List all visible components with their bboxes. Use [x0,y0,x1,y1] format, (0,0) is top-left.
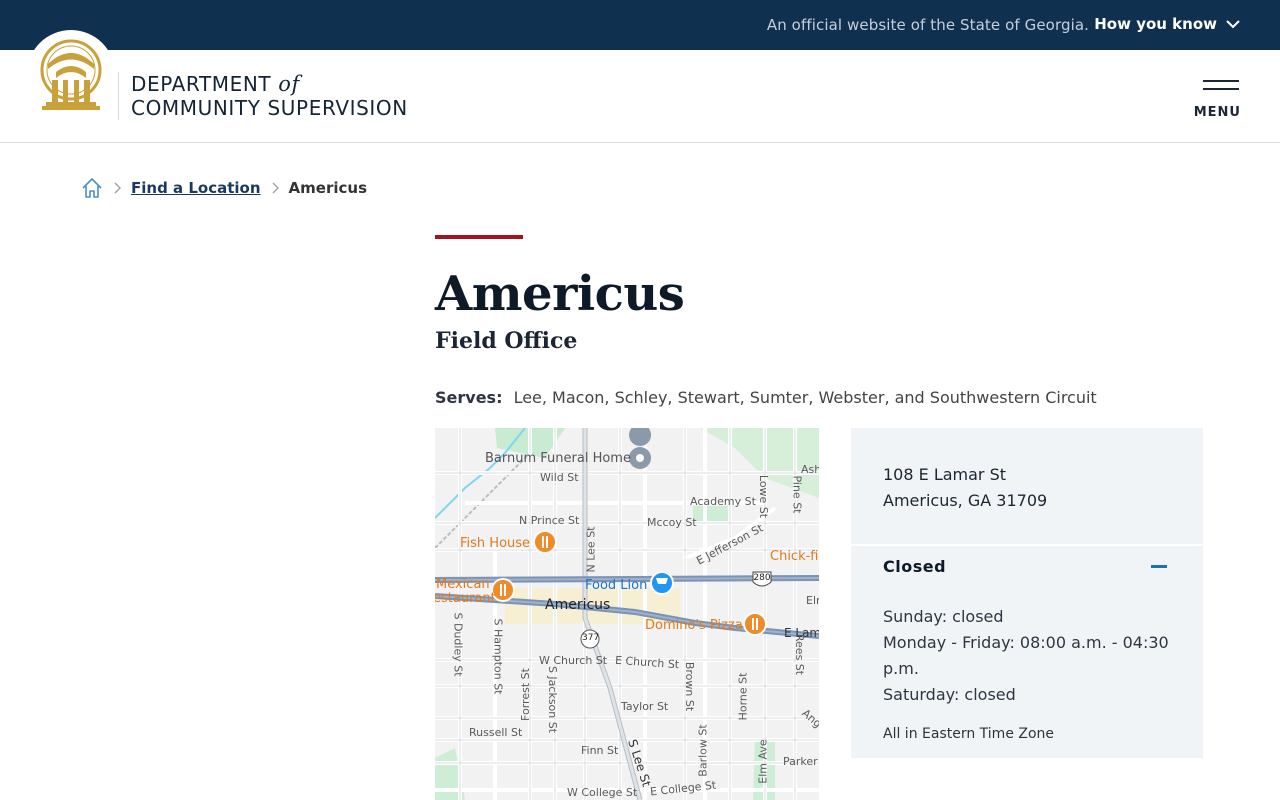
hours-saturday: Saturday: closed [883,685,1016,704]
map-street-rees: Rees St [793,633,807,676]
serves-label: Serves: [435,388,503,407]
map-poi-food-lion[interactable]: Food Lion [585,578,647,593]
breadcrumb: Find a Location Americus [81,177,367,199]
map-street-elm: Elm [806,594,819,607]
map-poi-barnum[interactable]: Barnum Funeral Home [485,451,631,466]
page-title: Americus [435,266,685,322]
brand-of: of [278,72,300,96]
map-shield-377: 377 [582,633,600,643]
map-street-wcollege: W College St [567,786,638,799]
map-city-label: Americus [545,597,611,613]
map-street-lowe: Lowe St [757,474,771,519]
map-poi-fish-house[interactable]: Fish House [460,536,530,551]
map-street-dudley: S Dudley St [451,612,465,677]
map-street-prince: N Prince St [519,514,580,527]
serves-value: Lee, Macon, Schley, Stewart, Sumter, Web… [513,388,1097,407]
map-street-mccoy: Mccoy St [647,516,697,529]
hours-sunday: Sunday: closed [883,607,1004,626]
map-street-academy: Academy St [690,495,756,508]
map-street-brown: Brown St [683,661,697,712]
map-street-pine: Pine St [790,475,804,514]
map-street-forrest: Forrest St [518,668,532,721]
map-poi-mexican-1[interactable]: Mexican [436,577,490,592]
address-line2: Americus, GA 31709 [883,491,1048,510]
location-info-card: 108 E Lamar St Americus, GA 31709 Closed… [851,428,1203,758]
map-street-parker: Parker [783,755,818,768]
map-street-jackson: S Jackson St [546,665,560,734]
brand-line1: DEPARTMENT [131,72,272,96]
seal-logo[interactable] [27,30,115,118]
how-you-know-button[interactable]: How you know [1094,15,1240,33]
gov-banner: An official website of the State of Geor… [0,0,1280,50]
map-poi-mexican-2[interactable]: estaurant [435,591,496,606]
how-you-know-label: How you know [1094,15,1217,33]
brand-line2: COMMUNITY SUPERVISION [131,96,408,120]
menu-button[interactable]: MENU [1193,78,1241,122]
breadcrumb-link-find-location[interactable]: Find a Location [131,179,261,197]
map-street-horne: Horne St [736,672,750,721]
serves-line: Serves: Lee, Macon, Schley, Stewart, Sum… [435,388,1097,407]
card-divider [851,544,1203,546]
menu-label: MENU [1193,105,1241,120]
open-status[interactable]: Closed [883,557,946,576]
breadcrumb-current: Americus [288,179,367,197]
map-street-finn: Finn St [581,744,619,757]
chevron-down-icon [1226,20,1240,29]
hours-collapse-button[interactable] [1147,556,1171,576]
map-street-hampton: S Hampton St [491,618,505,695]
home-icon[interactable] [81,177,103,199]
address: 108 E Lamar St Americus, GA 31709 [883,462,1047,514]
agency-name[interactable]: DEPARTMENT of COMMUNITY SUPERVISION [131,72,408,120]
location-map[interactable]: Barnum Funeral Home Wild St Academy St N… [435,428,819,800]
map-street-ash: Ash [801,463,819,476]
accent-rule [435,235,523,239]
map-street-barlow: Barlow St [696,724,710,777]
menu-icon [1203,80,1239,96]
site-header: DEPARTMENT of COMMUNITY SUPERVISION MENU [0,30,1280,143]
chevron-right-icon [114,182,121,194]
seal-icon [40,39,102,110]
map-poi-dominos[interactable]: Domino's Pizza [645,618,743,633]
page-subtitle: Field Office [435,328,578,354]
address-line1: 108 E Lamar St [883,465,1007,484]
timezone-note: All in Eastern Time Zone [883,726,1055,742]
map-street-nlee: N Lee St [584,526,598,573]
minus-icon [1151,565,1167,568]
map-poi-chick[interactable]: Chick-fil [770,549,819,564]
official-site-text: An official website of the State of Geor… [766,16,1089,34]
hours-list: Sunday: closed Monday - Friday: 08:00 a.… [883,604,1183,708]
brand-divider [118,72,119,120]
map-street-taylor: Taylor St [621,700,669,713]
map-street-wild: Wild St [540,471,579,484]
map-street-elm-ave: Elm Ave [756,739,770,784]
map-shield-280: 280 [753,573,771,583]
map-street-russell: Russell St [469,726,523,739]
chevron-right-icon [272,182,279,194]
hours-weekday: Monday - Friday: 08:00 a.m. - 04:30 p.m. [883,633,1169,678]
